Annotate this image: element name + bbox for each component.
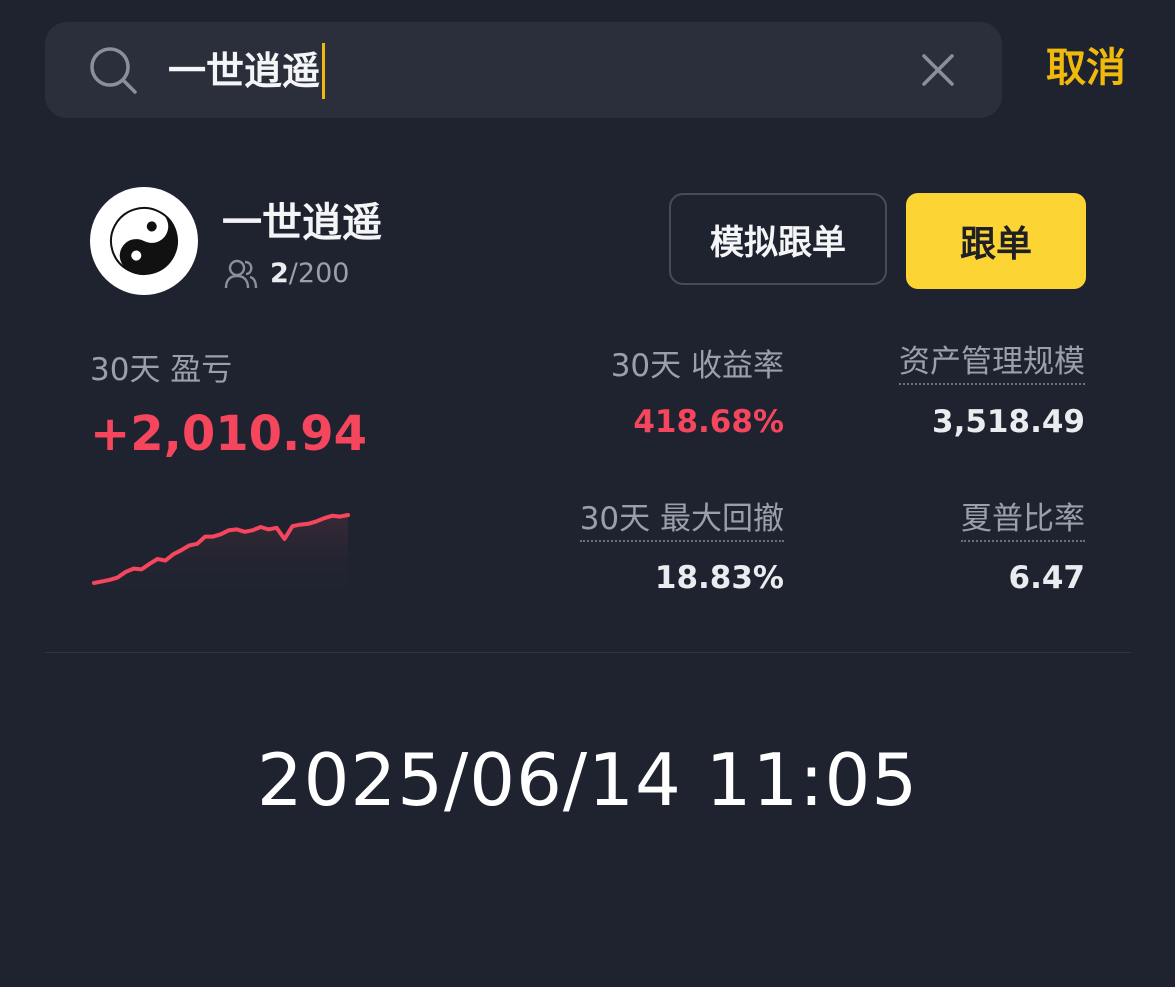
pnl-sparkline (92, 513, 350, 597)
search-query: 一世逍遥 (168, 49, 321, 93)
max-drawdown-value: 18.83% (654, 560, 784, 596)
max-drawdown-label[interactable]: 30天 最大回撤 (579, 493, 784, 542)
pnl-label: 30天 盈亏 (90, 352, 233, 388)
search-input[interactable]: 一世逍遥 (168, 42, 326, 100)
sharpe-ratio-label[interactable]: 夏普比率 (961, 493, 1085, 542)
clear-icon[interactable] (918, 50, 958, 90)
text-cursor (322, 43, 326, 99)
avatar[interactable] (90, 187, 198, 295)
sparkline-area (94, 515, 348, 597)
pnl-value: +2,010.94 (90, 406, 368, 462)
timestamp: 2025/06/14 11:05 (256, 738, 919, 822)
followers-count: 2/200 (270, 258, 350, 289)
divider (45, 652, 1131, 653)
roi-label: 30天 收益率 (610, 348, 784, 384)
followers-icon (224, 259, 258, 289)
trader-name[interactable]: 一世逍遥 (222, 190, 382, 248)
yin-yang-icon (110, 207, 178, 275)
cancel-button[interactable]: 取消 (1046, 40, 1126, 96)
sharpe-ratio-value: 6.47 (1008, 560, 1086, 596)
search-icon (90, 47, 137, 94)
roi-value: 418.68% (633, 404, 784, 440)
simulate-copy-button[interactable]: 模拟跟单 (669, 193, 887, 285)
aum-label[interactable]: 资产管理规模 (899, 336, 1085, 385)
aum-value: 3,518.49 (932, 404, 1085, 440)
copy-trade-button[interactable]: 跟单 (906, 193, 1086, 289)
